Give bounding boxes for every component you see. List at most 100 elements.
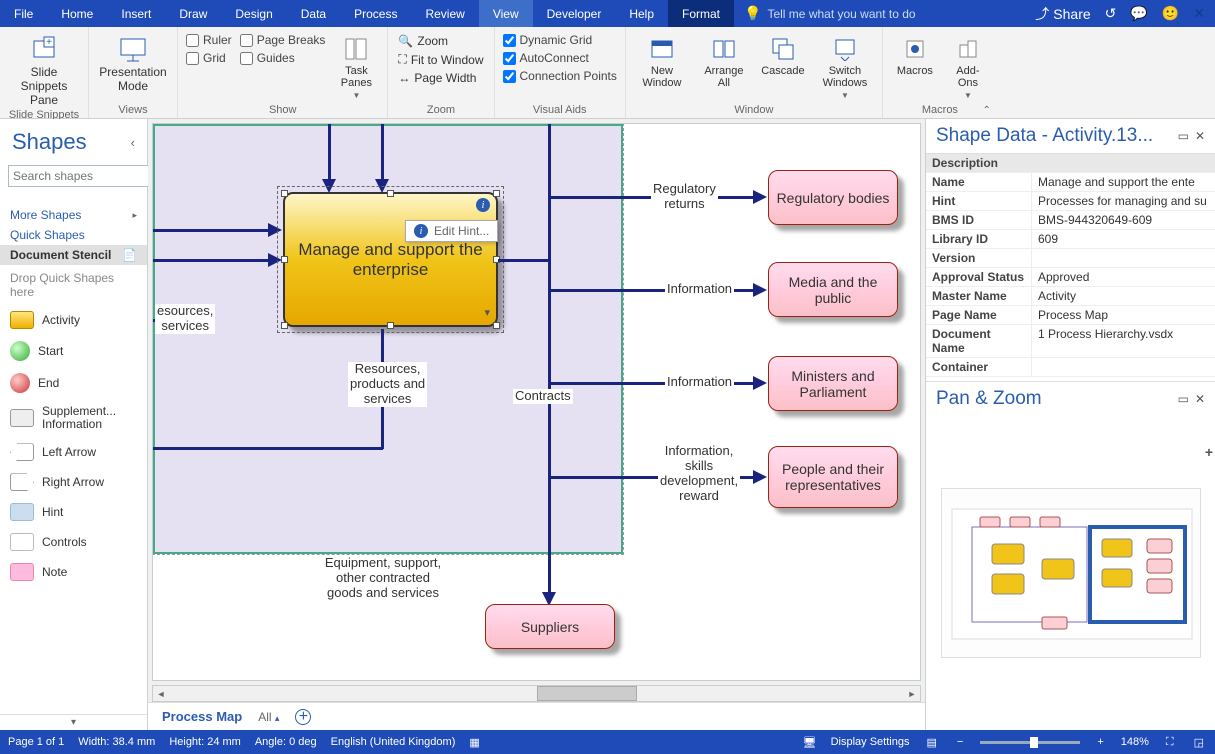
menu-help[interactable]: Help [615,0,668,27]
data-row[interactable]: Page NameProcess Map [926,306,1215,325]
shape-people[interactable]: People and their representatives [768,446,898,508]
label-resources-services: esources, services [155,304,215,334]
new-window-button[interactable]: New Window [634,31,690,89]
data-row[interactable]: BMS IDBMS-944320649-609 [926,211,1215,230]
data-row[interactable]: Version [926,249,1215,268]
pane-window-icon[interactable]: ▭ [1178,129,1189,143]
quick-shapes-link[interactable]: Quick Shapes [0,225,147,245]
stencil-supplement[interactable]: Supplement... Information [0,399,147,437]
fit-to-window-button[interactable]: ⛶Fit to Window [396,51,485,68]
shape-regulatory[interactable]: Regulatory bodies [768,170,898,225]
stencil-hint[interactable]: Hint [0,497,147,527]
display-settings-icon[interactable]: 🖥 [803,736,817,749]
cascade-button[interactable]: Cascade [758,31,808,77]
smiley-icon[interactable]: 🙂 [1162,5,1179,22]
stencil-note[interactable]: Note [0,557,147,587]
add-page-button[interactable]: + [295,709,311,725]
scroll-right[interactable]: ► [904,689,920,699]
shape-ministers[interactable]: Ministers and Parliament [768,356,898,411]
data-row[interactable]: Container [926,358,1215,377]
pan-zoom-thumbnail[interactable] [941,488,1201,658]
stencil-right-arrow[interactable]: Right Arrow [0,467,147,497]
comment-icon[interactable]: 💬 [1130,5,1147,22]
menu-process[interactable]: Process [340,0,411,27]
zoom-slider[interactable] [980,741,1080,744]
menu-format[interactable]: Format [668,0,734,27]
status-language[interactable]: English (United Kingdom) [331,736,456,748]
pan-zoom-body[interactable]: + [926,416,1215,730]
stencil-end[interactable]: End [0,367,147,399]
zoom-button[interactable]: 🔍Zoom [396,33,485,49]
collapse-shapes-icon[interactable]: ‹ [131,135,135,150]
close-icon[interactable]: ✕ [1193,5,1205,22]
drawing-canvas[interactable]: esources, services Manage and support th… [152,123,921,681]
guides-checkbox[interactable]: Guides [240,51,326,65]
switch-windows-button[interactable]: Switch Windows▼ [816,31,874,100]
pane-close-icon[interactable]: ✕ [1195,392,1205,406]
data-row[interactable]: NameManage and support the ente [926,173,1215,192]
more-shapes-link[interactable]: More Shapes▸ [0,205,147,225]
history-icon[interactable]: ↺ [1105,5,1117,22]
connection-points-checkbox[interactable]: Connection Points [503,69,617,83]
data-row[interactable]: Library ID609 [926,230,1215,249]
menu-view[interactable]: View [479,0,533,27]
info-icon[interactable]: i [476,198,490,212]
macros-button[interactable]: Macros [891,31,939,77]
autoconnect-checkbox[interactable]: AutoConnect [503,51,617,65]
pane-window-icon[interactable]: ▭ [1178,392,1189,406]
tab-process-map[interactable]: Process Map [162,709,242,724]
shape-manage-support[interactable]: Manage and support the enterprise i ▾ [283,192,498,327]
data-row[interactable]: Master NameActivity [926,287,1215,306]
data-row[interactable]: Approval StatusApproved [926,268,1215,287]
menu-review[interactable]: Review [411,0,478,27]
share-button[interactable]: ⤴ Share [1035,4,1090,24]
dynamic-grid-checkbox[interactable]: Dynamic Grid [503,33,617,47]
menu-home[interactable]: Home [47,0,107,27]
menu-draw[interactable]: Draw [165,0,221,27]
stencil-start[interactable]: Start [0,335,147,367]
arrange-all-button[interactable]: Arrange All [698,31,750,89]
task-panes-button[interactable]: Task Panes ▼ [333,31,379,100]
presentation-view-icon[interactable]: ▤ [923,736,939,749]
menu-insert[interactable]: Insert [107,0,165,27]
edit-hint-tooltip[interactable]: i Edit Hint... [405,220,498,242]
slide-snippets-pane-button[interactable]: + Slide Snippets Pane [8,31,80,107]
stencil-scroll-down[interactable]: ▾ [0,714,147,730]
collapse-ribbon-button[interactable]: ⌃ [983,105,991,116]
page-width-button[interactable]: ↔Page Width [396,70,485,86]
menu-developer[interactable]: Developer [533,0,616,27]
page-breaks-checkbox[interactable]: Page Breaks [240,33,326,47]
status-zoom[interactable]: 148% [1121,736,1149,748]
scroll-thumb[interactable] [537,686,637,701]
expand-icon[interactable]: ▾ [484,306,490,319]
titlebar-actions: ⤴ Share ↺ 💬 🙂 ✕ [1025,0,1215,27]
stencil-controls[interactable]: Controls [0,527,147,557]
presentation-mode-button[interactable]: Presentation Mode [97,31,169,93]
shape-suppliers[interactable]: Suppliers [485,604,615,649]
data-row[interactable]: HintProcesses for managing and su [926,192,1215,211]
macro-recorder-icon[interactable]: ▦ [469,736,479,749]
stencil-activity[interactable]: Activity [0,305,147,335]
zoom-in-button[interactable]: + [1094,736,1106,748]
addons-button[interactable]: Add- Ons▼ [947,31,989,100]
status-display[interactable]: Display Settings [831,736,910,748]
ruler-checkbox[interactable]: Ruler [186,33,232,47]
zoom-out-button[interactable]: − [954,736,966,748]
scroll-left[interactable]: ◄ [153,689,169,699]
pane-close-icon[interactable]: ✕ [1195,129,1205,143]
menu-file[interactable]: File [0,0,47,27]
menu-design[interactable]: Design [221,0,286,27]
tell-me-search[interactable]: 💡 Tell me what you want to do [734,0,1025,27]
document-stencil-item[interactable]: Document Stencil 📄 [0,245,147,265]
data-row[interactable]: Document Name1 Process Hierarchy.vsdx [926,325,1215,358]
status-page[interactable]: Page 1 of 1 [8,736,64,748]
fit-page-icon[interactable]: ⛶ [1163,736,1177,749]
tab-all[interactable]: All ▴ [258,710,279,724]
pan-zoom-plus[interactable]: + [1205,444,1213,460]
menu-data[interactable]: Data [287,0,340,27]
full-screen-icon[interactable]: ◲ [1191,736,1207,749]
shape-media[interactable]: Media and the public [768,262,898,317]
stencil-left-arrow[interactable]: Left Arrow [0,437,147,467]
grid-checkbox[interactable]: Grid [186,51,232,65]
horizontal-scrollbar[interactable]: ◄ ► [152,685,921,702]
